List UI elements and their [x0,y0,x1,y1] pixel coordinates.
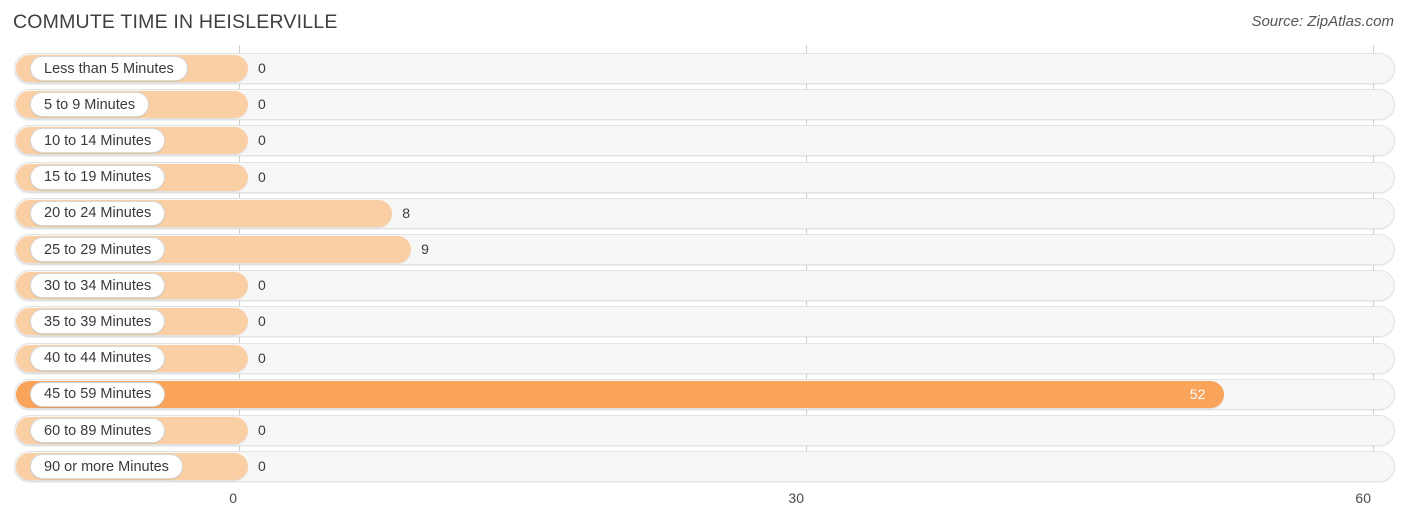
bar-row[interactable]: Less than 5 Minutes 0 [14,53,1395,84]
source-attribution: Source: ZipAtlas.com [1251,13,1394,30]
category-label-pill: 45 to 59 Minutes [30,381,166,407]
bar-value-label: 8 [402,204,410,221]
bar-row[interactable]: 40 to 44 Minutes 0 [14,342,1395,374]
bar-value-label: 0 [258,132,266,149]
category-label: 10 to 14 Minutes [44,132,152,149]
bar-value-label: 0 [258,349,266,366]
category-label-pill: 90 or more Minutes [30,454,183,480]
category-label: Less than 5 Minutes [44,60,174,77]
bar-row[interactable]: 10 to 14 Minutes 0 [14,125,1395,157]
category-label: 5 to 9 Minutes [44,96,136,113]
bar-row[interactable]: 15 to 19 Minutes 0 [14,161,1395,193]
bar-row[interactable]: 5 to 9 Minutes 0 [14,89,1395,121]
bar-row[interactable]: 20 to 24 Minutes 8 [14,197,1395,229]
category-label: 30 to 34 Minutes [44,277,152,294]
category-label-pill: 5 to 9 Minutes [30,92,150,118]
bar-value-label: 9 [421,241,429,257]
category-label-pill: 10 to 14 Minutes [30,128,166,154]
bar-value-label: 0 [258,60,266,76]
category-label-pill: 60 to 89 Minutes [30,418,166,443]
category-label: 35 to 39 Minutes [44,313,152,330]
bar-value-label: 0 [258,458,266,475]
bar-value-label: 0 [258,422,266,438]
bar-fill [16,380,1224,408]
category-label-pill: Less than 5 Minutes [30,56,188,81]
bar-value-label: 0 [258,313,266,330]
bar-row[interactable]: 35 to 39 Minutes 0 [14,306,1395,338]
x-axis: 0 30 60 [0,480,1406,523]
bar-row[interactable]: 60 to 89 Minutes 0 [14,415,1395,446]
category-label-pill: 35 to 39 Minutes [30,309,166,335]
category-label: 45 to 59 Minutes [44,386,152,403]
chart-header: COMMUTE TIME IN HEISLERVILLE Source: Zip… [0,0,1406,45]
category-label: 25 to 29 Minutes [44,241,152,258]
category-label: 40 to 44 Minutes [44,350,152,367]
x-tick-label: 60 [1355,490,1371,506]
bar-value-label: 52 [1189,385,1206,402]
category-label-pill: 40 to 44 Minutes [30,345,166,371]
bar-row[interactable]: 45 to 59 Minutes 52 [14,378,1395,410]
category-label-pill: 30 to 34 Minutes [30,273,166,299]
category-label: 20 to 24 Minutes [44,205,152,222]
page-title: COMMUTE TIME IN HEISLERVILLE [13,11,338,33]
bar-value-label: 0 [258,96,266,113]
category-label-pill: 20 to 24 Minutes [30,200,166,226]
bar-value-label: 0 [258,168,266,185]
chart-plot-area: Less than 5 Minutes 0 5 to 9 Minutes 0 10 to… [0,45,1406,483]
bar-row[interactable]: 25 to 29 Minutes 9 [14,234,1395,265]
category-label-pill: 15 to 19 Minutes [30,164,166,190]
x-tick-label: 0 [229,490,237,506]
bar-value-label: 0 [258,277,266,294]
category-label-pill: 25 to 29 Minutes [30,237,166,262]
bar-row[interactable]: 30 to 34 Minutes 0 [14,270,1395,302]
x-tick-label: 30 [788,490,804,506]
category-label: 15 to 19 Minutes [44,169,152,186]
bar-row[interactable]: 90 or more Minutes 0 [14,451,1395,483]
category-label: 90 or more Minutes [44,458,169,475]
category-label: 60 to 89 Minutes [44,422,152,439]
